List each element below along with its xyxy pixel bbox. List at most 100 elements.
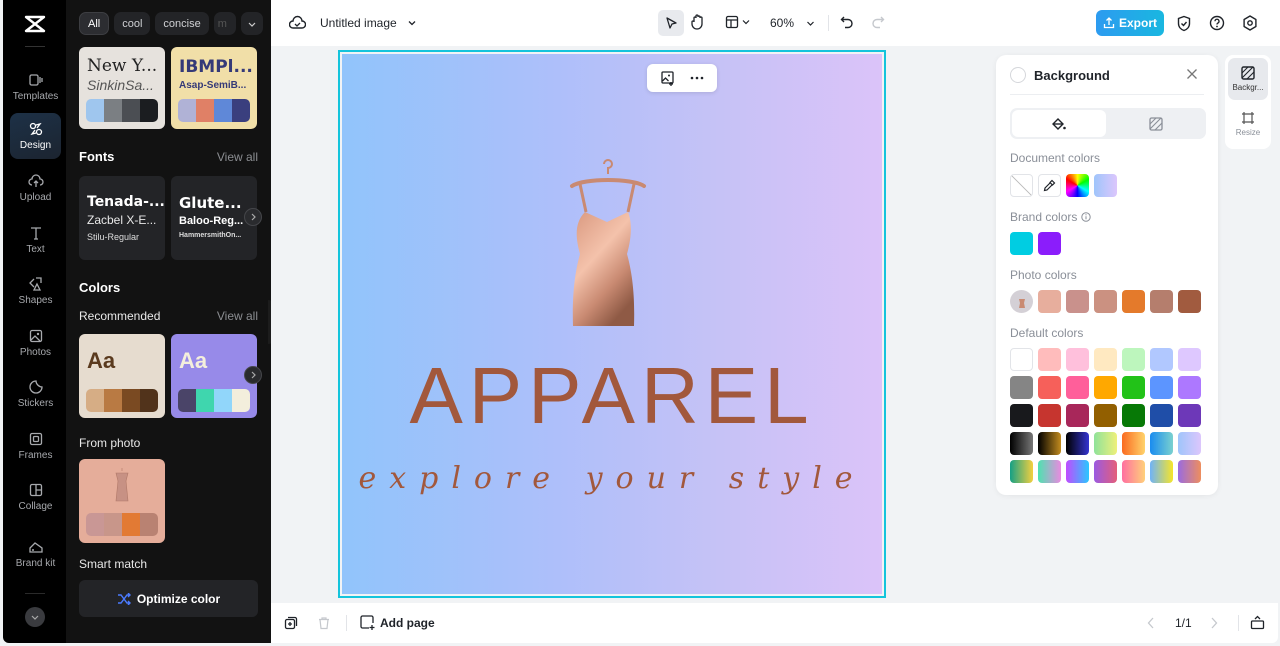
default-color-swatch[interactable] — [1010, 348, 1033, 371]
default-color-swatch[interactable] — [1066, 460, 1089, 483]
default-color-swatch[interactable] — [1094, 376, 1117, 399]
artboard-selection[interactable]: APPAREL explore your style — [338, 50, 886, 598]
colors-next-button[interactable] — [244, 366, 262, 384]
eyedropper-button[interactable] — [1038, 174, 1061, 197]
select-tool-button[interactable] — [658, 10, 684, 36]
rail-item-shapes[interactable]: Shapes — [10, 268, 61, 314]
rail-item-upload[interactable]: Upload — [10, 165, 61, 211]
fonts-next-button[interactable] — [244, 208, 262, 226]
default-color-swatch[interactable] — [1122, 432, 1145, 455]
delete-page-button[interactable] — [317, 616, 331, 635]
default-color-swatch[interactable] — [1066, 348, 1089, 371]
default-color-swatch[interactable] — [1122, 348, 1145, 371]
tagline-text[interactable]: explore your style — [342, 462, 882, 496]
optimize-color-button[interactable]: Optimize color — [79, 580, 258, 617]
default-color-swatch[interactable] — [1038, 404, 1061, 427]
brand-color-swatch[interactable] — [1038, 232, 1061, 255]
default-color-swatch[interactable] — [1122, 376, 1145, 399]
default-color-swatch[interactable] — [1150, 404, 1173, 427]
photo-palette-card[interactable] — [79, 459, 165, 543]
close-button[interactable] — [1186, 67, 1198, 85]
photo-color-swatch[interactable] — [1178, 290, 1201, 313]
rail-item-collage[interactable]: Collage — [10, 474, 61, 520]
default-color-swatch[interactable] — [1038, 376, 1061, 399]
default-color-swatch[interactable] — [1010, 404, 1033, 427]
default-color-swatch[interactable] — [1150, 376, 1173, 399]
rail-more-button[interactable] — [25, 607, 45, 627]
rail-item-design[interactable]: Design — [10, 113, 61, 159]
chips-expand-button[interactable] — [240, 12, 263, 35]
fonts-view-all-link[interactable]: View all — [217, 150, 258, 164]
side-tab-resize[interactable]: Resize — [1228, 103, 1268, 145]
undo-button[interactable] — [840, 15, 854, 34]
image-fill-tab[interactable] — [1108, 110, 1204, 137]
style-card[interactable]: IBMPl... Asap-SemiB... — [171, 47, 257, 129]
photo-color-swatch[interactable] — [1122, 290, 1145, 313]
chip-cool[interactable]: cool — [114, 12, 151, 35]
previous-page-button[interactable] — [1147, 616, 1155, 634]
rail-item-text[interactable]: Text — [10, 217, 61, 263]
default-color-swatch[interactable] — [1178, 376, 1201, 399]
default-color-swatch[interactable] — [1094, 432, 1117, 455]
rail-item-frames[interactable]: Frames — [10, 423, 61, 469]
artboard[interactable]: APPAREL explore your style — [342, 54, 882, 594]
hand-tool-button[interactable] — [690, 13, 706, 36]
replace-image-icon[interactable] — [660, 70, 676, 86]
info-icon[interactable] — [1081, 212, 1091, 222]
solid-fill-tab[interactable] — [1012, 110, 1106, 137]
default-color-swatch[interactable] — [1094, 348, 1117, 371]
capcut-logo-icon[interactable] — [23, 14, 47, 34]
photo-color-swatch[interactable] — [1066, 290, 1089, 313]
add-page-button[interactable]: Add page — [360, 615, 435, 630]
default-color-swatch[interactable] — [1150, 348, 1173, 371]
default-color-swatch[interactable] — [1094, 460, 1117, 483]
default-color-swatch[interactable] — [1122, 460, 1145, 483]
shield-button[interactable] — [1176, 15, 1192, 37]
rail-item-stickers[interactable]: Stickers — [10, 371, 61, 417]
default-color-swatch[interactable] — [1066, 404, 1089, 427]
rail-item-photos[interactable]: Photos — [10, 320, 61, 366]
style-card[interactable]: New Y... SinkinSa... — [79, 47, 165, 129]
default-color-swatch[interactable] — [1150, 432, 1173, 455]
default-color-swatch[interactable] — [1038, 348, 1061, 371]
chip-all[interactable]: All — [79, 12, 110, 35]
headline-text[interactable]: APPAREL — [342, 356, 882, 436]
chip-more[interactable]: m — [213, 12, 236, 35]
default-color-swatch[interactable] — [1038, 432, 1061, 455]
layout-dropdown[interactable] — [725, 15, 750, 29]
default-color-swatch[interactable] — [1038, 460, 1061, 483]
chip-concise[interactable]: concise — [155, 12, 209, 35]
custom-color-picker[interactable] — [1066, 174, 1089, 197]
more-options-icon[interactable] — [689, 70, 705, 86]
color-palette-card[interactable]: Aa — [79, 334, 165, 418]
default-color-swatch[interactable] — [1010, 460, 1033, 483]
next-page-button[interactable] — [1210, 616, 1218, 634]
colors-view-all-link[interactable]: View all — [217, 309, 258, 323]
rail-item-templates[interactable]: Templates — [10, 64, 61, 110]
photo-color-swatch[interactable] — [1150, 290, 1173, 313]
settings-button[interactable] — [1242, 15, 1258, 36]
export-button[interactable]: Export — [1096, 10, 1164, 36]
brand-color-swatch[interactable] — [1010, 232, 1033, 255]
default-color-swatch[interactable] — [1178, 460, 1201, 483]
default-color-swatch[interactable] — [1178, 348, 1201, 371]
redo-button[interactable] — [871, 15, 885, 34]
side-tab-background[interactable]: Backgr... — [1228, 58, 1268, 100]
photo-color-swatch[interactable] — [1038, 290, 1061, 313]
help-button[interactable] — [1209, 15, 1225, 36]
dress-graphic[interactable] — [568, 152, 648, 330]
default-color-swatch[interactable] — [1094, 404, 1117, 427]
default-color-swatch[interactable] — [1122, 404, 1145, 427]
duplicate-page-button[interactable] — [284, 616, 298, 635]
default-color-swatch[interactable] — [1178, 404, 1201, 427]
document-color-swatch[interactable] — [1094, 174, 1117, 197]
default-color-swatch[interactable] — [1010, 432, 1033, 455]
rail-item-brand-kit[interactable]: Brand kit — [10, 526, 61, 582]
default-color-swatch[interactable] — [1066, 432, 1089, 455]
page-panel-toggle[interactable] — [1250, 615, 1265, 635]
default-color-swatch[interactable] — [1010, 376, 1033, 399]
font-card[interactable]: Tenada-... Zacbel X-E... Stilu-Regular — [79, 176, 165, 260]
no-color-swatch[interactable] — [1010, 174, 1033, 197]
default-color-swatch[interactable] — [1178, 432, 1201, 455]
default-color-swatch[interactable] — [1066, 376, 1089, 399]
